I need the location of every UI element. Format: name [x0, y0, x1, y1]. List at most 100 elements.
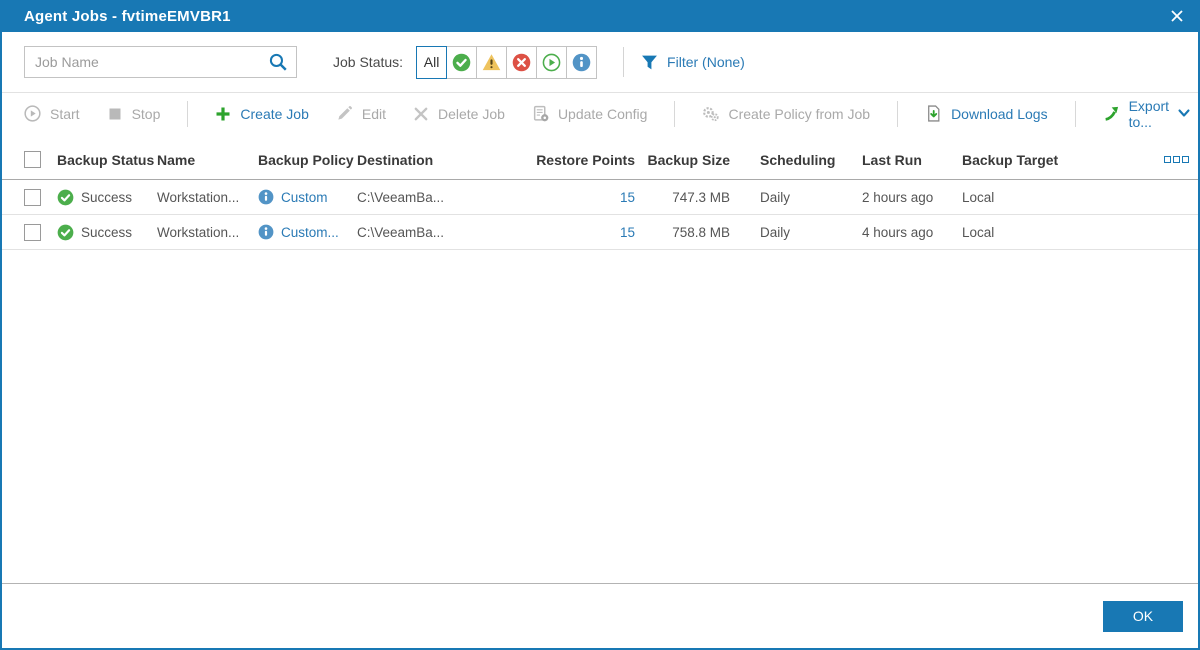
status-filter-info[interactable]: [566, 45, 598, 79]
success-status-icon: [57, 224, 74, 240]
pencil-icon: [338, 105, 352, 120]
toolbar-separator: [187, 100, 189, 127]
export-to-button[interactable]: Export to...: [1103, 98, 1190, 130]
error-icon: [512, 53, 531, 71]
titlebar: Agent Jobs - fvtimeEMVBR1: [2, 0, 1198, 32]
running-icon: [542, 53, 561, 71]
table-row[interactable]: Success Workstation... Custom... C:\Veea…: [2, 215, 1198, 250]
column-chooser-icon: [1181, 156, 1189, 163]
create-job-label: Create Job: [240, 105, 309, 122]
window-title: Agent Jobs - fvtimeEMVBR1: [24, 7, 231, 25]
select-all-checkbox[interactable]: [24, 151, 41, 168]
filter-funnel-icon: [642, 55, 657, 69]
col-backup-status[interactable]: Backup Status: [55, 152, 155, 168]
col-backup-target[interactable]: Backup Target: [960, 152, 1154, 168]
create-policy-from-job-button[interactable]: Create Policy from Job: [702, 105, 870, 122]
job-name-search[interactable]: [24, 46, 297, 78]
col-restore-points[interactable]: Restore Points: [498, 152, 638, 168]
table-row[interactable]: Success Workstation... Custom C:\VeeamBa…: [2, 180, 1198, 215]
stop-button[interactable]: Stop: [107, 105, 161, 122]
row-checkbox[interactable]: [24, 223, 41, 241]
success-status-icon: [57, 189, 74, 205]
status-filter-success[interactable]: [446, 45, 478, 79]
update-config-button[interactable]: Update Config: [532, 105, 648, 122]
col-backup-size[interactable]: Backup Size: [638, 152, 733, 168]
destination-value: C:\VeeamBa...: [357, 189, 445, 205]
delete-icon: [414, 107, 428, 120]
last-run-value: 2 hours ago: [862, 189, 934, 205]
search-icon[interactable]: [268, 52, 288, 72]
job-status-label: Job Status:: [333, 54, 404, 70]
start-button[interactable]: Start: [24, 105, 80, 122]
success-icon: [452, 53, 471, 71]
status-filter-running[interactable]: [536, 45, 568, 79]
filter-none-button[interactable]: Filter (None): [641, 54, 745, 71]
toolbar-separator: [897, 100, 899, 127]
job-name-value: Workstation...: [157, 224, 240, 240]
policy-info-icon[interactable]: [258, 224, 274, 240]
ok-button[interactable]: OK: [1103, 600, 1183, 632]
plus-icon: [216, 107, 230, 120]
agent-jobs-dialog: Agent Jobs - fvtimeEMVBR1 Job Status: Al…: [0, 0, 1200, 650]
row-checkbox[interactable]: [24, 188, 41, 206]
select-all-cell: [24, 151, 55, 168]
edit-button[interactable]: Edit: [336, 105, 386, 122]
column-chooser-icon: [1172, 156, 1180, 163]
restore-points-link[interactable]: 15: [620, 225, 635, 240]
job-name-value: Workstation...: [157, 189, 240, 205]
create-job-button[interactable]: Create Job: [215, 105, 309, 122]
export-arrow-icon: [1104, 106, 1118, 121]
filter-bar: Job Status: All Filter (Non: [2, 32, 1198, 92]
download-logs-label: Download Logs: [951, 105, 1048, 122]
job-status-filter-group: All: [416, 45, 598, 79]
edit-label: Edit: [361, 105, 386, 122]
restore-points-link[interactable]: 15: [620, 190, 635, 205]
col-backup-policy[interactable]: Backup Policy: [256, 152, 355, 168]
update-config-label: Update Config: [557, 105, 648, 122]
toolbar-separator: [674, 100, 676, 127]
column-chooser-button[interactable]: [1154, 156, 1198, 163]
col-name[interactable]: Name: [155, 152, 256, 168]
dialog-footer: OK: [2, 583, 1198, 648]
col-destination[interactable]: Destination: [355, 152, 498, 168]
toolbar-separator: [1074, 100, 1076, 127]
close-button[interactable]: [1170, 9, 1184, 23]
backup-policy-link[interactable]: Custom: [281, 190, 328, 205]
backup-size-value: 758.8 MB: [672, 224, 730, 240]
col-scheduling[interactable]: Scheduling: [733, 152, 860, 168]
warning-icon: [482, 53, 501, 70]
filterbar-separator: [623, 47, 625, 77]
info-icon: [572, 53, 591, 71]
table-header: Backup Status Name Backup Policy Destina…: [2, 140, 1198, 180]
gears-icon: [703, 107, 720, 122]
export-to-label: Export to...: [1128, 97, 1170, 130]
stop-label: Stop: [131, 105, 161, 122]
status-filter-all[interactable]: All: [416, 45, 448, 79]
stop-icon: [109, 108, 121, 119]
status-filter-error[interactable]: [506, 45, 538, 79]
column-chooser-icon: [1163, 156, 1171, 163]
start-icon: [24, 105, 41, 122]
search-input[interactable]: [35, 54, 268, 70]
col-last-run[interactable]: Last Run: [860, 152, 960, 168]
backup-target-value: Local: [962, 189, 995, 205]
policy-info-icon[interactable]: [258, 189, 274, 205]
destination-value: C:\VeeamBa...: [357, 224, 445, 240]
download-logs-icon: [928, 105, 940, 122]
scheduling-value: Daily: [760, 224, 791, 240]
last-run-value: 4 hours ago: [862, 224, 934, 240]
filter-none-label: Filter (None): [667, 54, 745, 70]
create-policy-from-job-label: Create Policy from Job: [728, 105, 871, 122]
start-label: Start: [50, 105, 80, 122]
close-icon: [1171, 10, 1183, 22]
backup-policy-link[interactable]: Custom...: [281, 225, 339, 240]
delete-job-button[interactable]: Delete Job: [413, 106, 505, 122]
empty-list-area: [2, 250, 1198, 583]
download-logs-button[interactable]: Download Logs: [925, 105, 1048, 122]
backup-status-value: Success: [81, 189, 133, 205]
delete-job-label: Delete Job: [438, 105, 505, 122]
update-config-icon: [533, 105, 549, 122]
status-filter-warning[interactable]: [476, 45, 508, 79]
backup-status-value: Success: [81, 224, 133, 240]
backup-size-value: 747.3 MB: [672, 189, 730, 205]
